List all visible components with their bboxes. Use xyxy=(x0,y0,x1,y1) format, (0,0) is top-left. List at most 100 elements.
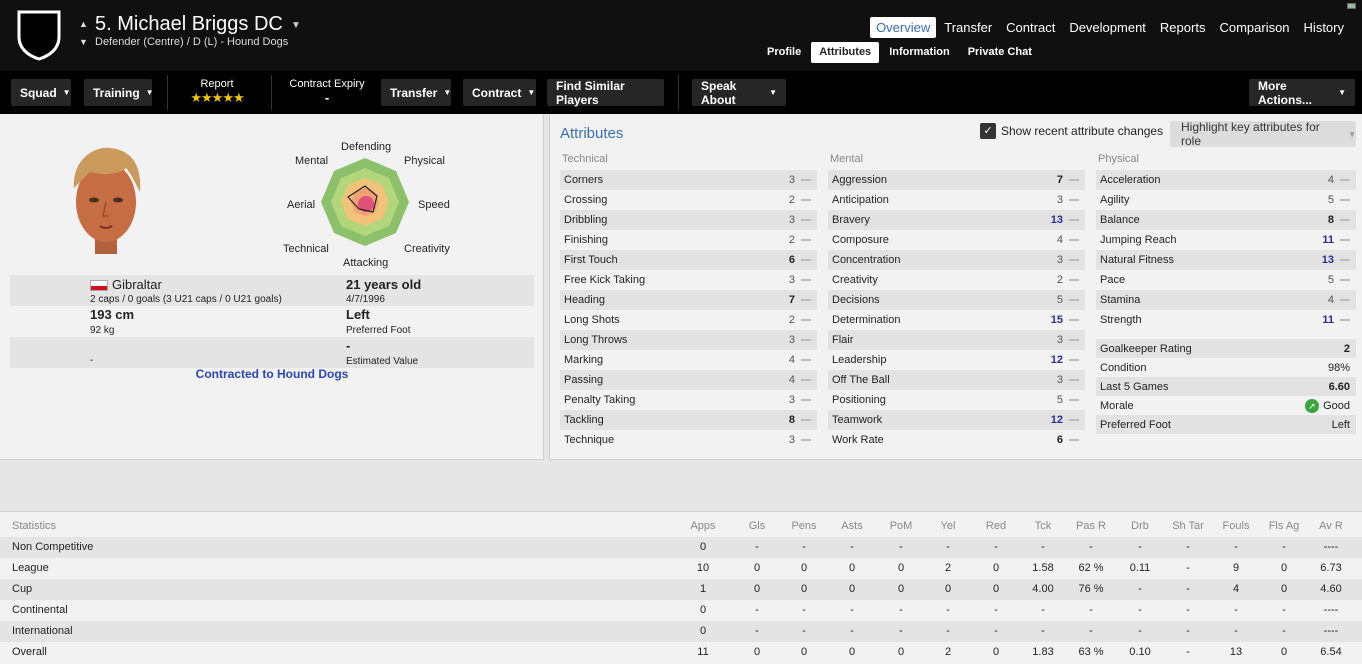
attribute-row-corners[interactable]: Corners 3 xyxy=(560,170,817,190)
attribute-row-bravery[interactable]: Bravery 13 xyxy=(828,210,1085,230)
attribute-row-pace[interactable]: Pace 5 xyxy=(1096,270,1356,290)
report-widget[interactable]: Report ★★★★★ xyxy=(178,78,256,106)
training-button[interactable]: Training ▼ xyxy=(84,79,154,106)
attribute-row-anticipation[interactable]: Anticipation 3 xyxy=(828,190,1085,210)
attribute-row-agility[interactable]: Agility 5 xyxy=(1096,190,1356,210)
attribute-row-aggression[interactable]: Aggression 7 xyxy=(828,170,1085,190)
attribute-row-leadership[interactable]: Leadership 12 xyxy=(828,350,1085,370)
stats-row-non-competitive[interactable]: Non Competitive 0- - - - - - - - - - - - ---- xyxy=(0,537,1362,558)
tab-history[interactable]: History xyxy=(1298,17,1350,38)
stats-row-international[interactable]: International 0- - - - - - - - - - - - ---- xyxy=(0,621,1362,642)
chevron-down-icon: ▼ xyxy=(769,88,777,97)
attribute-name: Tackling xyxy=(564,414,604,426)
stats-row-cup[interactable]: Cup 1 0 0 0 0 0 0 4.00 76 % - -4 0 4.60 xyxy=(0,579,1362,600)
attribute-row-long-throws[interactable]: Long Throws 3 xyxy=(560,330,817,350)
attribute-name: Crossing xyxy=(564,194,608,206)
attribute-row-composure[interactable]: Composure 4 xyxy=(828,230,1085,250)
attribute-name: Anticipation xyxy=(832,194,889,206)
attribute-trend-icon xyxy=(1340,259,1350,261)
attribute-row-balance[interactable]: Balance 8 xyxy=(1096,210,1356,230)
attribute-row-jumping-reach[interactable]: Jumping Reach 11 xyxy=(1096,230,1356,250)
attribute-row-strength[interactable]: Strength 11 xyxy=(1096,310,1356,330)
attribute-name: Flair xyxy=(832,334,854,346)
subtab-attributes[interactable]: Attributes xyxy=(811,42,880,63)
next-player-arrow-icon[interactable]: ▼ xyxy=(79,37,88,47)
more-actions-button[interactable]: More Actions... ▼ xyxy=(1249,79,1355,107)
attribute-row-decisions[interactable]: Decisions 5 xyxy=(828,290,1085,310)
attribute-row-finishing[interactable]: Finishing 2 xyxy=(560,230,817,250)
physical-header: Physical xyxy=(1098,153,1139,165)
subtab-profile[interactable]: Profile xyxy=(759,42,809,63)
attribute-trend-icon xyxy=(801,259,811,261)
stats-column-av-r[interactable]: Av R xyxy=(1301,520,1361,532)
attribute-name: Jumping Reach xyxy=(1100,234,1177,246)
highlight-key-attributes-dropdown[interactable]: Highlight key attributes for role ▼ xyxy=(1170,120,1356,148)
stats-row-continental[interactable]: Continental 0- - - - - - - - - - - - ---- xyxy=(0,600,1362,621)
tab-transfer[interactable]: Transfer xyxy=(938,17,998,38)
tab-contract[interactable]: Contract xyxy=(1000,17,1061,38)
attribute-row-crossing[interactable]: Crossing 2 xyxy=(560,190,817,210)
attribute-trend-icon xyxy=(1069,239,1079,241)
find-similar-players-button[interactable]: Find Similar Players xyxy=(547,79,664,107)
tab-development[interactable]: Development xyxy=(1063,17,1152,38)
attribute-value: 2 xyxy=(788,234,795,246)
speak-about-button[interactable]: Speak About ▼ xyxy=(692,79,786,107)
attribute-row-flair[interactable]: Flair 3 xyxy=(828,330,1085,350)
attribute-row-teamwork[interactable]: Teamwork 12 xyxy=(828,410,1085,430)
transfer-button[interactable]: Transfer ▼ xyxy=(381,79,451,106)
subtab-private-chat[interactable]: Private Chat xyxy=(960,42,1040,63)
attribute-row-work-rate[interactable]: Work Rate 6 xyxy=(828,430,1085,450)
attribute-row-free-kick-taking[interactable]: Free Kick Taking 3 xyxy=(560,270,817,290)
attribute-value: 3 xyxy=(1056,374,1063,386)
attribute-row-first-touch[interactable]: First Touch 6 xyxy=(560,250,817,270)
stats-column-statistics[interactable]: Statistics xyxy=(12,520,56,532)
squad-button[interactable]: Squad ▼ xyxy=(11,79,71,106)
technical-header: Technical xyxy=(562,153,608,165)
attribute-row-long-shots[interactable]: Long Shots 2 xyxy=(560,310,817,330)
stats-row-overall[interactable]: Overall 11 0 0 0 0 2 0 1.83 63 % 0.10-13 0 6.54 xyxy=(0,642,1362,663)
contracted-to-link[interactable]: Contracted to Hound Dogs xyxy=(0,367,544,381)
attribute-row-off-the-ball[interactable]: Off The Ball 3 xyxy=(828,370,1085,390)
player-name[interactable]: 5. Michael Briggs DC xyxy=(95,13,283,36)
attribute-row-creativity[interactable]: Creativity 2 xyxy=(828,270,1085,290)
attribute-row-natural-fitness[interactable]: Natural Fitness 13 xyxy=(1096,250,1356,270)
attribute-row-stamina[interactable]: Stamina 4 xyxy=(1096,290,1356,310)
attribute-row-acceleration[interactable]: Acceleration 4 xyxy=(1096,170,1356,190)
attribute-row-technique[interactable]: Technique 3 xyxy=(560,430,817,450)
player-position-club: Defender (Centre) / D (L) - Hound Dogs xyxy=(95,36,289,48)
stats-cell: 11 xyxy=(697,646,709,658)
stats-column-apps[interactable]: Apps xyxy=(673,520,733,532)
attribute-value: 12 xyxy=(1050,354,1063,366)
checkbox-checked-icon[interactable]: ✓ xyxy=(980,123,996,139)
attribute-row-passing[interactable]: Passing 4 xyxy=(560,370,817,390)
attribute-trend-icon xyxy=(1069,259,1079,261)
nationality[interactable]: Gibraltar xyxy=(112,277,162,292)
attribute-row-penalty-taking[interactable]: Penalty Taking 3 xyxy=(560,390,817,410)
attribute-name: Leadership xyxy=(832,354,887,366)
attribute-trend-icon xyxy=(1069,179,1079,181)
summary-value: Left xyxy=(1331,418,1350,431)
tab-comparison[interactable]: Comparison xyxy=(1213,17,1295,38)
attributes-panel: Attributes ✓ Show recent attribute chang… xyxy=(549,114,1362,460)
stats-cell: 1 xyxy=(699,583,707,595)
subtab-information[interactable]: Information xyxy=(881,42,958,63)
stats-row-league[interactable]: League 10 0 0 0 0 2 0 1.58 62 % 0.11-9 0 6.73 xyxy=(0,558,1362,579)
attribute-row-concentration[interactable]: Concentration 3 xyxy=(828,250,1085,270)
contract-button[interactable]: Contract ▼ xyxy=(463,79,536,106)
window-mode-icon[interactable] xyxy=(1347,3,1356,9)
attribute-name: Composure xyxy=(832,234,889,246)
attribute-value: 2 xyxy=(788,314,795,326)
attribute-row-heading[interactable]: Heading 7 xyxy=(560,290,817,310)
attribute-row-marking[interactable]: Marking 4 xyxy=(560,350,817,370)
attribute-row-tackling[interactable]: Tackling 8 xyxy=(560,410,817,430)
attribute-row-positioning[interactable]: Positioning 5 xyxy=(828,390,1085,410)
previous-player-arrow-icon[interactable]: ▲ xyxy=(79,19,88,29)
player-menu-chevron-icon[interactable]: ▼ xyxy=(291,20,301,31)
attribute-value: 11 xyxy=(1322,314,1334,326)
show-recent-changes-toggle[interactable]: ✓ Show recent attribute changes xyxy=(980,123,1163,139)
tab-reports[interactable]: Reports xyxy=(1154,17,1212,38)
tab-overview[interactable]: Overview xyxy=(870,17,937,38)
attribute-row-determination[interactable]: Determination 15 xyxy=(828,310,1085,330)
attribute-row-dribbling[interactable]: Dribbling 3 xyxy=(560,210,817,230)
preferred-foot-label: Preferred Foot xyxy=(346,325,411,336)
